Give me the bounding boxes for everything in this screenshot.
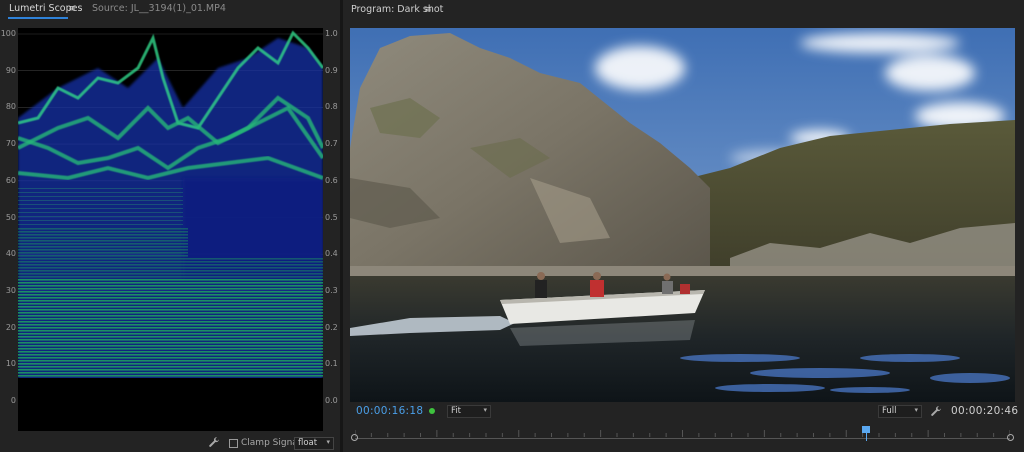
waveform-graphic [18, 30, 323, 431]
out-point-handle[interactable] [1007, 434, 1014, 441]
panel-menu-icon[interactable]: ≡ [424, 4, 432, 15]
scale-label-right: 0.3 [325, 285, 338, 295]
video-frame[interactable] [350, 28, 1015, 402]
scale-label-left: 60 [5, 175, 16, 185]
clamp-signal-label: Clamp Signal [241, 438, 301, 448]
scale-label-right: 1.0 [325, 29, 338, 38]
wrench-icon[interactable] [208, 436, 220, 448]
tab-source-monitor[interactable]: Source: JL__3194(1)_01.MP4 [92, 3, 226, 14]
scale-label-left: 20 [5, 322, 16, 332]
video-image [350, 28, 1015, 402]
scale-label-left: 50 [5, 212, 16, 222]
scale-label-left: 40 [5, 249, 16, 259]
scale-label-right: 0.7 [325, 139, 338, 149]
wrench-icon[interactable] [930, 405, 942, 417]
chevron-down-icon: ▾ [914, 406, 918, 414]
scale-label-right: 0.2 [325, 322, 338, 332]
scale-label-left: 90 [5, 65, 16, 75]
scale-label-right: 0.8 [325, 102, 338, 112]
scale-label-left: 100 [0, 29, 16, 38]
active-tab-indicator [8, 17, 68, 19]
zoom-level-value: Fit [451, 406, 461, 416]
scale-label-left: 0 [10, 396, 16, 405]
timeline-ruler [355, 430, 1010, 437]
playhead-handle[interactable] [861, 426, 870, 433]
scale-label-right: 0.9 [325, 65, 338, 75]
precision-select-value: float [298, 438, 318, 448]
scale-label-right: 0.0 [325, 396, 338, 405]
panel-menu-icon[interactable]: ≡ [68, 3, 76, 14]
duration-timecode: 00:00:20:46 [951, 405, 1019, 417]
playback-resolution-value: Full [882, 406, 897, 416]
chevron-down-icon: ▾ [326, 438, 330, 446]
scale-label-left: 10 [5, 359, 16, 369]
scale-label-right: 0.1 [325, 359, 338, 369]
scale-label-right: 0.6 [325, 175, 338, 185]
scale-label-left: 30 [5, 285, 16, 295]
chevron-down-icon: ▾ [483, 406, 487, 414]
in-point-handle[interactable] [351, 434, 358, 441]
scale-label-left: 80 [5, 102, 16, 112]
precision-select[interactable]: float ▾ [294, 437, 334, 450]
scale-label-right: 0.5 [325, 212, 338, 222]
clamp-signal-checkbox[interactable] [229, 439, 238, 448]
scale-label-left: 70 [5, 139, 16, 149]
waveform-scope [18, 28, 323, 431]
playhead-line [865, 433, 867, 441]
zoom-level-select[interactable]: Fit ▾ [447, 405, 491, 418]
scale-label-right: 0.4 [325, 249, 338, 259]
timeline-track[interactable] [355, 438, 1010, 439]
status-indicator-dot [429, 408, 435, 414]
current-timecode[interactable]: 00:00:16:18 [356, 405, 423, 417]
playback-resolution-select[interactable]: Full ▾ [878, 405, 922, 418]
